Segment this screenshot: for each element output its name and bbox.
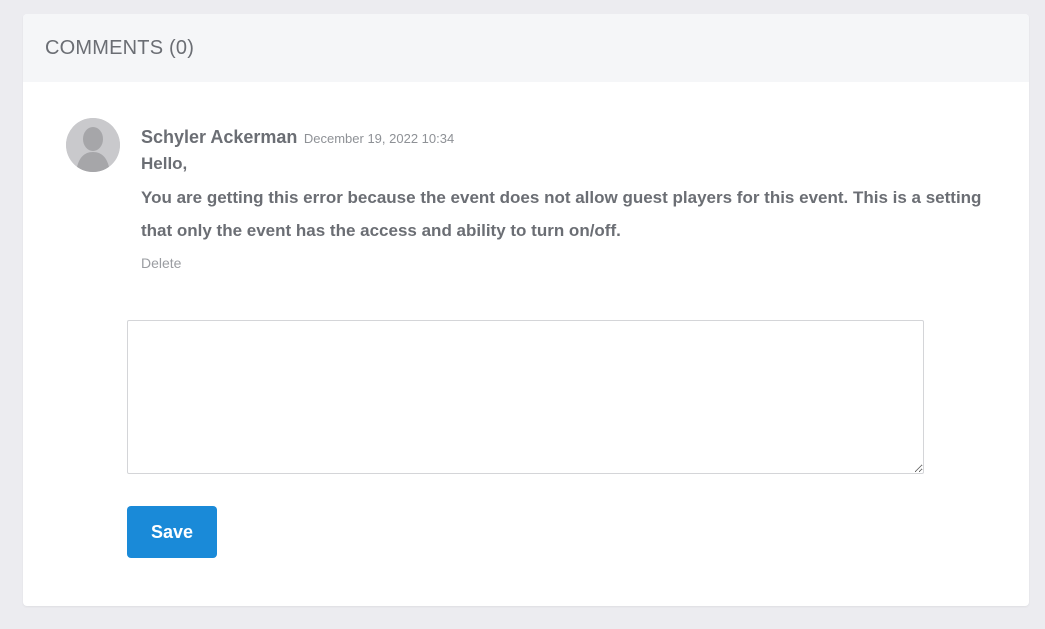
save-button[interactable]: Save — [127, 506, 217, 558]
comment-message: You are getting this error because the e… — [141, 188, 982, 240]
comment-reply-textarea[interactable] — [127, 320, 924, 474]
avatar — [66, 118, 120, 172]
comment-meta: Schyler Ackerman December 19, 2022 10:34 — [141, 126, 1001, 150]
comment-body: Schyler Ackerman December 19, 2022 10:34… — [141, 126, 1001, 273]
comment-greeting: Hello, — [141, 154, 188, 173]
comment-timestamp: December 19, 2022 10:34 — [303, 131, 455, 146]
comment-author: Schyler Ackerman — [141, 127, 298, 147]
comments-panel-header: COMMENTS (0) — [23, 14, 1029, 82]
delete-comment-link[interactable]: Delete — [141, 255, 181, 271]
comments-title: COMMENTS (0) — [45, 36, 195, 59]
comments-panel: COMMENTS (0) Schyler Ackerman December 1… — [23, 14, 1029, 606]
default-user-silhouette-icon — [66, 118, 120, 172]
